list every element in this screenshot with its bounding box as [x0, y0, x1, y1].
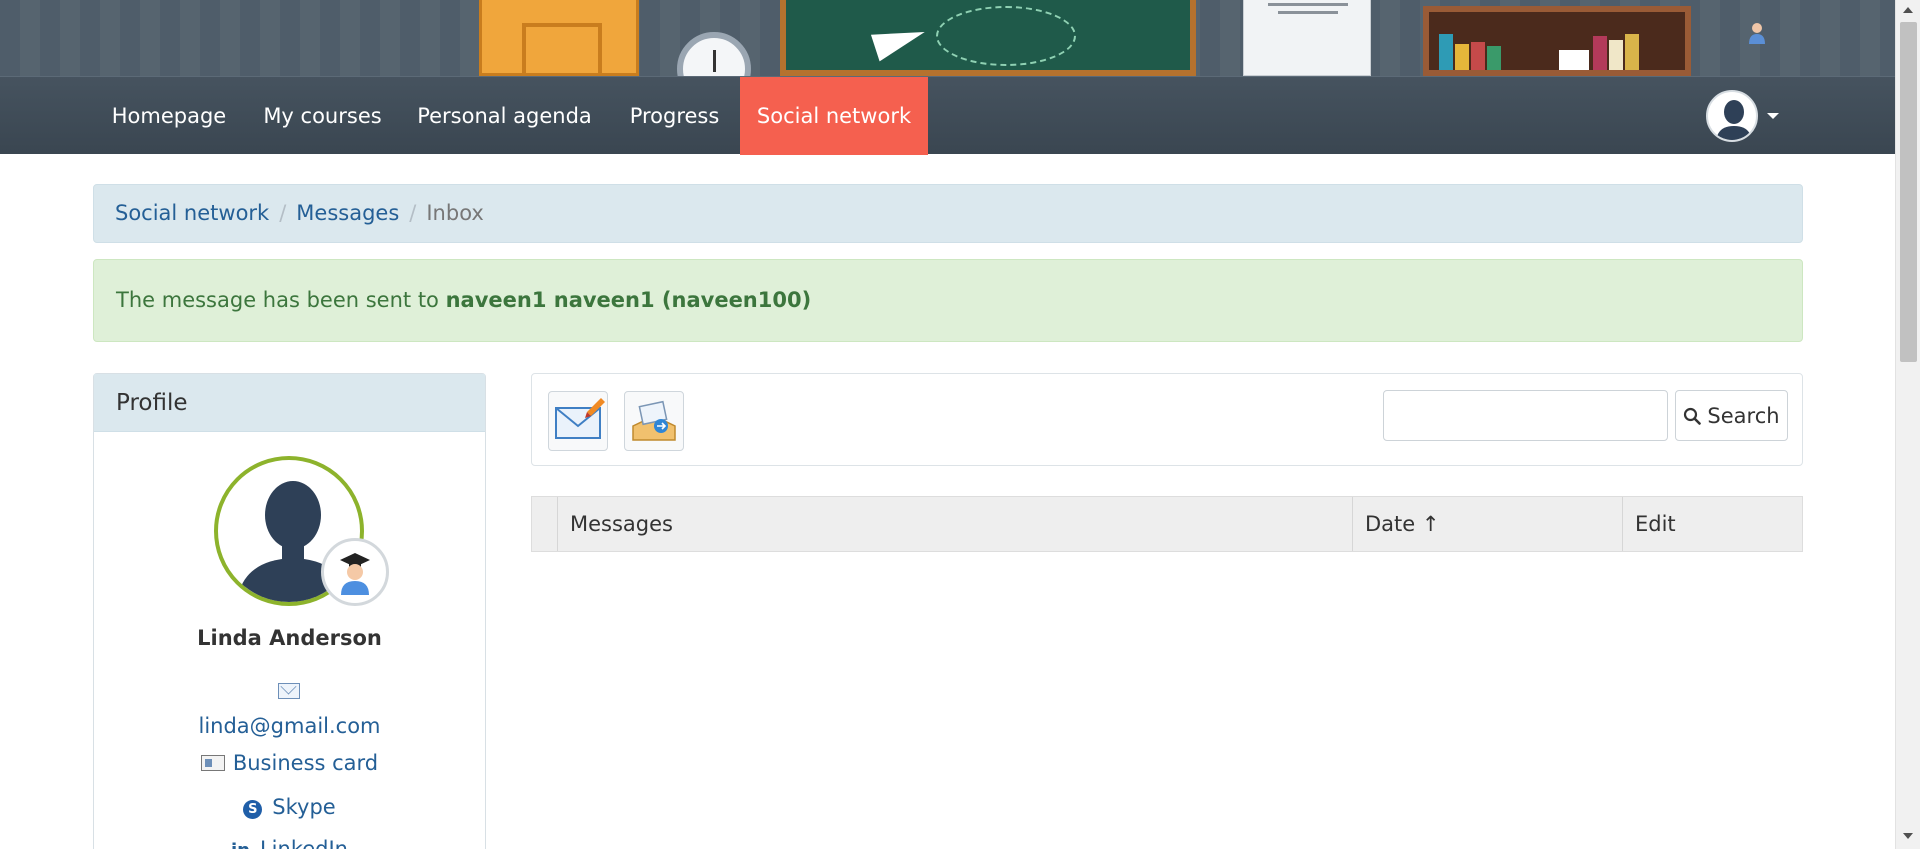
business-card-icon — [200, 755, 225, 771]
scrollbar-thumb[interactable] — [1900, 22, 1917, 362]
alert-recipient: naveen1 naveen1 (naveen100) — [445, 288, 812, 312]
nav-progress[interactable]: Progress — [609, 77, 740, 155]
compose-mail-icon — [555, 398, 605, 439]
profile-email-link[interactable]: linda@gmail.com — [94, 714, 485, 738]
user-avatar-button[interactable] — [1706, 90, 1758, 142]
skype-label: Skype — [272, 795, 336, 819]
scroll-up-arrow-icon[interactable] — [1903, 7, 1913, 13]
select-column-header[interactable] — [532, 497, 557, 551]
profile-heading: Profile — [94, 374, 485, 432]
search-button-label: Search — [1707, 403, 1780, 428]
student-badge-icon — [321, 538, 389, 606]
banner-chalkboard-illustration — [780, 0, 1196, 76]
column-header-edit: Edit — [1622, 497, 1802, 551]
outbox-icon — [632, 400, 676, 441]
scroll-down-arrow-icon[interactable] — [1903, 833, 1913, 839]
envelope-icon — [278, 683, 300, 699]
profile-panel: Profile Linda Anderson linda@gmail.com B… — [93, 373, 486, 849]
nav-my-courses[interactable]: My courses — [245, 77, 400, 155]
business-card-label: Business card — [232, 751, 379, 775]
breadcrumb-separator: / — [409, 201, 417, 225]
chevron-down-icon[interactable] — [1767, 113, 1779, 119]
business-card-link[interactable]: Business card — [94, 751, 485, 775]
skype-icon: S — [243, 800, 263, 819]
main-navbar: Homepage My courses Personal agenda Prog… — [0, 76, 1895, 155]
linkedin-icon: in — [231, 840, 250, 849]
breadcrumb-inbox: Inbox — [426, 201, 484, 225]
banner-door-illustration — [479, 0, 639, 76]
breadcrumb: Social network / Messages / Inbox — [93, 184, 1803, 243]
avatar-silhouette-icon — [1716, 100, 1752, 140]
linkedin-label: LinkedIn — [259, 837, 348, 849]
messages-toolbar: Search — [531, 373, 1803, 466]
header-banner — [0, 0, 1895, 76]
breadcrumb-separator: / — [279, 201, 287, 225]
skype-link[interactable]: S Skype — [94, 795, 485, 819]
alert-text: The message has been sent to — [116, 288, 446, 312]
nav-homepage[interactable]: Homepage — [93, 77, 245, 155]
search-input[interactable] — [1383, 390, 1668, 441]
banner-bookshelf-illustration — [1423, 6, 1691, 76]
search-icon — [1684, 407, 1702, 425]
nav-personal-agenda[interactable]: Personal agenda — [400, 77, 609, 155]
messages-table-header: Messages Date ↑ Edit — [531, 496, 1803, 552]
success-alert: The message has been sent to naveen1 nav… — [93, 259, 1803, 342]
user-icon[interactable] — [1748, 22, 1766, 44]
banner-clock-illustration — [677, 32, 751, 76]
column-header-messages[interactable]: Messages — [557, 497, 1352, 551]
outbox-button[interactable] — [624, 391, 684, 451]
profile-name: Linda Anderson — [197, 626, 382, 650]
linkedin-link[interactable]: in LinkedIn — [94, 837, 485, 849]
column-header-date[interactable]: Date ↑ — [1352, 497, 1622, 551]
page-scrollbar[interactable] — [1895, 0, 1920, 849]
search-button[interactable]: Search — [1675, 390, 1788, 441]
breadcrumb-social-network[interactable]: Social network — [115, 201, 269, 225]
nav-social-network[interactable]: Social network — [740, 77, 928, 155]
compose-message-button[interactable] — [548, 391, 608, 451]
breadcrumb-messages[interactable]: Messages — [296, 201, 399, 225]
banner-paper-illustration — [1243, 0, 1371, 76]
